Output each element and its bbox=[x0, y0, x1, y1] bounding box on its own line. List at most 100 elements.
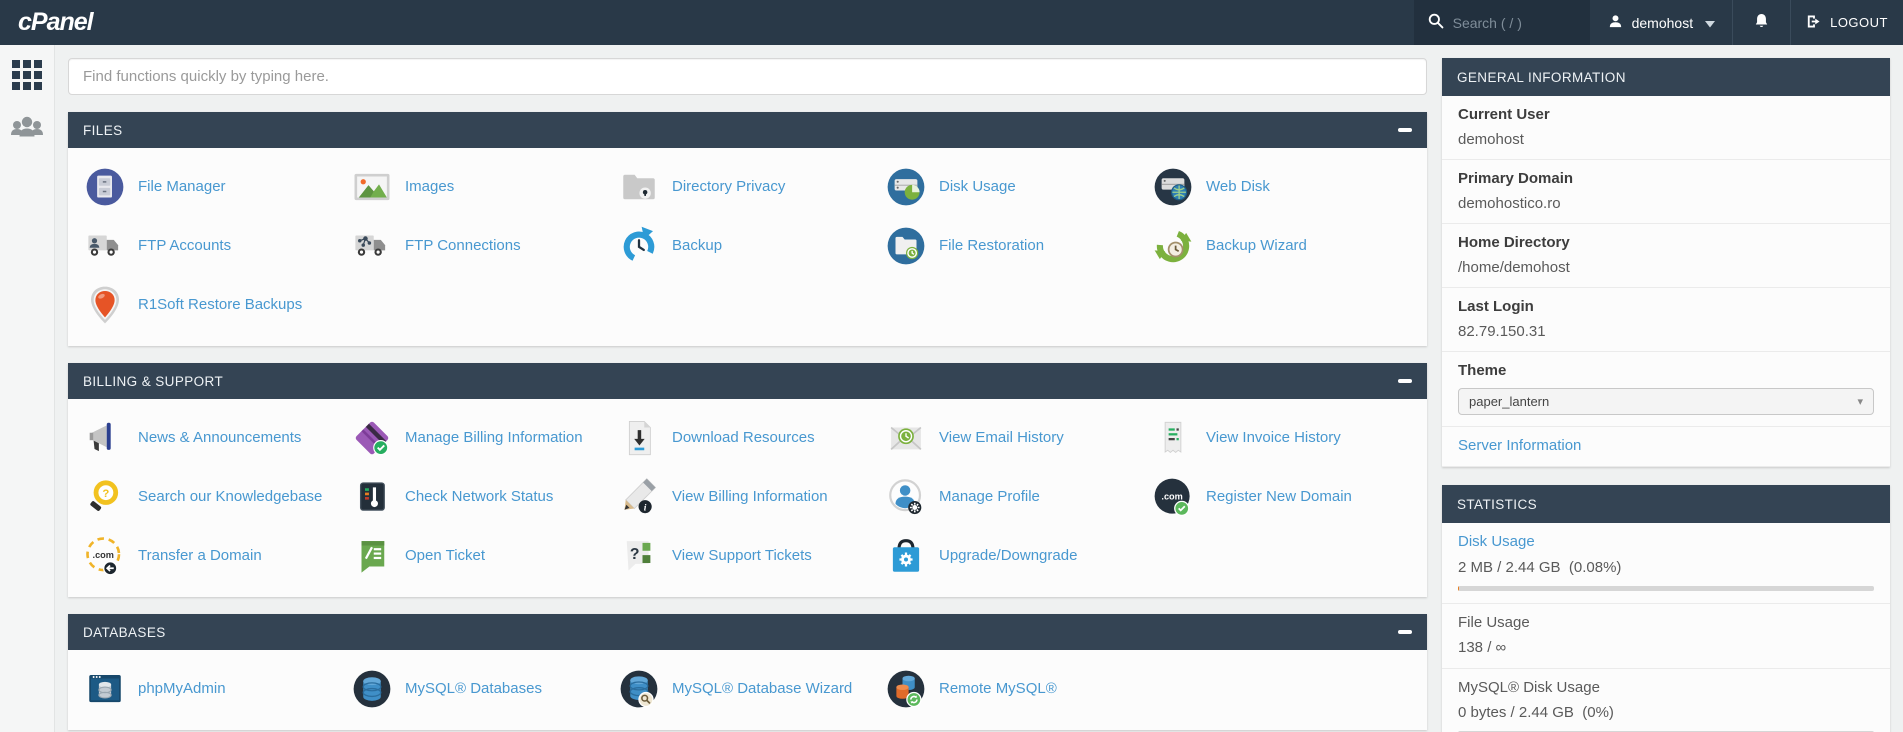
app-item-file-manager: File Manager bbox=[84, 157, 351, 216]
app-item-view-support-tickets: ? View Support Tickets bbox=[618, 526, 885, 585]
directory-privacy-icon[interactable] bbox=[618, 166, 660, 208]
backup-wizard-icon[interactable] bbox=[1152, 225, 1194, 267]
app-item-label[interactable]: Remote MySQL® bbox=[939, 680, 1057, 697]
quick-find-input[interactable] bbox=[68, 58, 1427, 95]
app-item-manage-billing-information: Manage Billing Information bbox=[351, 408, 618, 467]
app-item-label[interactable]: Open Ticket bbox=[405, 547, 485, 564]
app-item-label[interactable]: File Restoration bbox=[939, 237, 1044, 254]
navbar-search[interactable] bbox=[1414, 0, 1590, 45]
stat-link[interactable]: Disk Usage bbox=[1458, 533, 1535, 550]
phpmyadmin-icon[interactable] bbox=[84, 668, 126, 710]
check-network-status-icon[interactable] bbox=[351, 476, 393, 518]
app-item-label[interactable]: Transfer a Domain bbox=[138, 547, 262, 564]
app-item-label[interactable]: View Invoice History bbox=[1206, 429, 1341, 446]
notifications-button[interactable] bbox=[1732, 0, 1790, 45]
databases-items-grid: phpMyAdmin MySQL® Databases MySQL® Databas… bbox=[68, 650, 1427, 730]
app-item-label[interactable]: phpMyAdmin bbox=[138, 680, 226, 697]
app-item-label[interactable]: News & Announcements bbox=[138, 429, 301, 446]
apps-grid-icon[interactable] bbox=[12, 60, 43, 91]
app-item-label[interactable]: Search our Knowledgebase bbox=[138, 488, 322, 505]
news-announcements-icon[interactable] bbox=[84, 417, 126, 459]
upgrade-downgrade-icon[interactable] bbox=[885, 535, 927, 577]
collapse-files-button[interactable] bbox=[1398, 128, 1412, 132]
app-item-label[interactable]: Upgrade/Downgrade bbox=[939, 547, 1077, 564]
cpanel-logo: cPanel bbox=[0, 0, 93, 45]
user-menu[interactable]: demohost bbox=[1590, 0, 1732, 45]
mysql-database-wizard-icon[interactable] bbox=[618, 668, 660, 710]
logout-button[interactable]: LOGOUT bbox=[1790, 0, 1903, 45]
app-item-label[interactable]: Register New Domain bbox=[1206, 488, 1352, 505]
register-new-domain-icon[interactable]: .com bbox=[1152, 476, 1194, 518]
file-restoration-icon[interactable] bbox=[885, 225, 927, 267]
r1soft-restore-backups-icon[interactable] bbox=[84, 284, 126, 326]
remote-mysql-icon[interactable] bbox=[885, 668, 927, 710]
view-support-tickets-icon[interactable]: ? bbox=[618, 535, 660, 577]
stat-row-mysql-disk-usage: MySQL® Disk Usage0 bytes / 2.44 GB (0%) bbox=[1442, 669, 1890, 732]
view-email-history-icon[interactable] bbox=[885, 417, 927, 459]
server-information-link[interactable]: Server Information bbox=[1458, 437, 1581, 454]
app-item-label[interactable]: FTP Connections bbox=[405, 237, 521, 254]
app-item-backup: Backup bbox=[618, 216, 885, 275]
app-item-label[interactable]: FTP Accounts bbox=[138, 237, 231, 254]
app-item-label[interactable]: Check Network Status bbox=[405, 488, 553, 505]
info-value: 82.79.150.31 bbox=[1458, 323, 1874, 340]
info-label: Primary Domain bbox=[1458, 170, 1874, 187]
chevron-down-icon bbox=[1705, 15, 1715, 31]
collapse-databases-button[interactable] bbox=[1398, 630, 1412, 634]
ftp-connections-icon[interactable] bbox=[351, 225, 393, 267]
databases-section-panel: DATABASES phpMyAdmin MySQL® Databases MySQL… bbox=[68, 614, 1427, 730]
open-ticket-icon[interactable] bbox=[351, 535, 393, 577]
mysql-databases-icon[interactable] bbox=[351, 668, 393, 710]
user-group-icon[interactable] bbox=[9, 115, 45, 141]
general-information-rows: Current UserdemohostPrimary Domaindemoho… bbox=[1442, 96, 1890, 352]
theme-select[interactable]: paper_lantern ▾ bbox=[1458, 388, 1874, 415]
info-row-current-user: Current Userdemohost bbox=[1442, 96, 1890, 160]
info-row-home-directory: Home Directory/home/demohost bbox=[1442, 224, 1890, 288]
app-item-label[interactable]: MySQL® Database Wizard bbox=[672, 680, 852, 697]
files-section-header: FILES bbox=[68, 112, 1427, 148]
navbar-search-input[interactable] bbox=[1453, 15, 1577, 31]
app-item-label[interactable]: MySQL® Databases bbox=[405, 680, 542, 697]
view-billing-information-icon[interactable]: i bbox=[618, 476, 660, 518]
panel-title: STATISTICS bbox=[1457, 497, 1537, 512]
web-disk-icon[interactable] bbox=[1152, 166, 1194, 208]
feature-sections: FILES File Manager Images Directory Privacy… bbox=[68, 112, 1427, 730]
app-item-label[interactable]: Manage Billing Information bbox=[405, 429, 583, 446]
collapse-billing-button[interactable] bbox=[1398, 379, 1412, 383]
app-item-disk-usage: Disk Usage bbox=[885, 157, 1152, 216]
manage-profile-icon[interactable] bbox=[885, 476, 927, 518]
app-item-label[interactable]: View Support Tickets bbox=[672, 547, 812, 564]
backup-icon[interactable] bbox=[618, 225, 660, 267]
app-item-label[interactable]: Directory Privacy bbox=[672, 178, 785, 195]
app-item-label[interactable]: Web Disk bbox=[1206, 178, 1270, 195]
app-item-label[interactable]: Manage Profile bbox=[939, 488, 1040, 505]
general-information-header: GENERAL INFORMATION bbox=[1442, 58, 1890, 96]
app-item-label[interactable]: File Manager bbox=[138, 178, 226, 195]
databases-section-header: DATABASES bbox=[68, 614, 1427, 650]
images-icon[interactable] bbox=[351, 166, 393, 208]
view-invoice-history-icon[interactable] bbox=[1152, 417, 1194, 459]
manage-billing-information-icon[interactable] bbox=[351, 417, 393, 459]
app-item-label[interactable]: Disk Usage bbox=[939, 178, 1016, 195]
app-item-ftp-accounts: FTP Accounts bbox=[84, 216, 351, 275]
ftp-accounts-icon[interactable] bbox=[84, 225, 126, 267]
general-information-panel: GENERAL INFORMATION Current Userdemohost… bbox=[1442, 58, 1890, 467]
search-knowledgebase-icon[interactable]: ? bbox=[84, 476, 126, 518]
file-manager-icon[interactable] bbox=[84, 166, 126, 208]
app-item-label[interactable]: View Billing Information bbox=[672, 488, 828, 505]
stat-label: File Usage bbox=[1458, 614, 1874, 631]
app-item-label[interactable]: View Email History bbox=[939, 429, 1064, 446]
app-item-label[interactable]: Backup bbox=[672, 237, 722, 254]
app-item-label[interactable]: Backup Wizard bbox=[1206, 237, 1307, 254]
search-icon bbox=[1427, 12, 1444, 34]
theme-row: Theme paper_lantern ▾ bbox=[1442, 352, 1890, 427]
user-icon bbox=[1607, 13, 1624, 33]
disk-usage-icon[interactable] bbox=[885, 166, 927, 208]
download-resources-icon[interactable] bbox=[618, 417, 660, 459]
app-item-label[interactable]: Download Resources bbox=[672, 429, 815, 446]
stat-value: 2 MB / 2.44 GB (0.08%) bbox=[1458, 559, 1874, 576]
app-item-label[interactable]: Images bbox=[405, 178, 454, 195]
app-item-label[interactable]: R1Soft Restore Backups bbox=[138, 296, 302, 313]
info-value: /home/demohost bbox=[1458, 259, 1874, 276]
transfer-a-domain-icon[interactable]: .com bbox=[84, 535, 126, 577]
